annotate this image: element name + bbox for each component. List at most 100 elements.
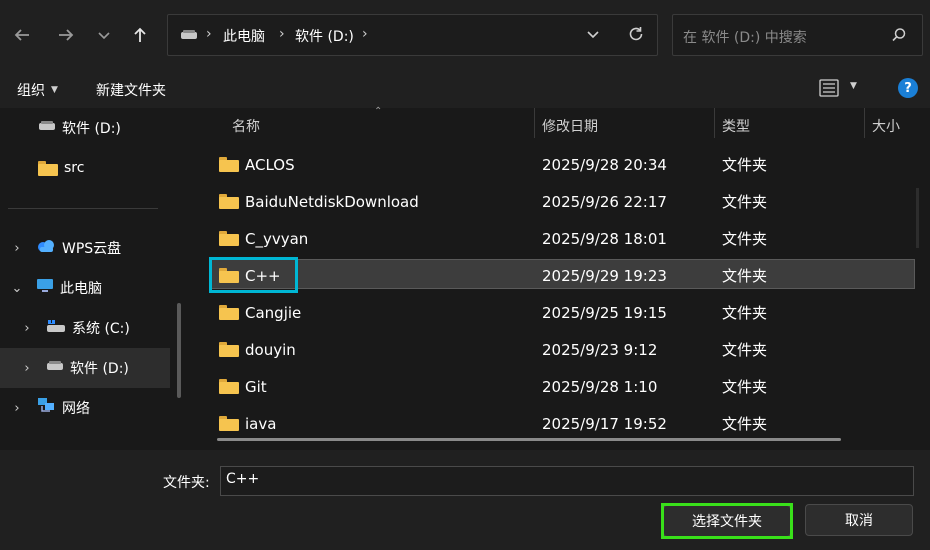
- file-name: iava: [245, 414, 277, 433]
- system-drive-icon: [46, 319, 66, 337]
- file-type: 文件夹: [722, 415, 768, 433]
- folder-icon: [219, 342, 239, 357]
- table-row[interactable]: BaiduNetdiskDownload 2025/9/26 22:17 文件夹: [209, 183, 915, 220]
- back-arrow-icon[interactable]: [8, 21, 36, 49]
- file-list: ⌃ 名称 修改日期 类型 大小 ACLOS 2025/9/28 20:34 文件…: [193, 106, 920, 450]
- nav-item-system-c[interactable]: › 系统 (C:): [20, 308, 130, 348]
- column-divider[interactable]: [864, 108, 865, 138]
- folder-field-label: 文件夹:: [163, 475, 210, 491]
- organize-label: 组织: [17, 83, 45, 99]
- nav-item-label: 软件 (D:): [62, 121, 121, 137]
- up-arrow-icon[interactable]: [126, 21, 154, 49]
- nav-item-drive-d[interactable]: 软件 (D:): [38, 108, 121, 148]
- column-type[interactable]: 类型: [722, 116, 750, 136]
- file-name: C++: [245, 266, 281, 285]
- file-type: 文件夹: [722, 341, 768, 359]
- folder-icon: [219, 305, 239, 320]
- network-icon: [36, 397, 56, 419]
- breadcrumb-drive-d[interactable]: 软件 (D:): [295, 26, 354, 46]
- table-row[interactable]: douyin 2025/9/23 9:12 文件夹: [209, 331, 915, 368]
- column-divider[interactable]: [534, 108, 535, 138]
- command-bar: 组织 ▼ 新建文件夹 ▼ ?: [0, 70, 930, 108]
- table-row[interactable]: Cangjie 2025/9/25 19:15 文件夹: [209, 294, 915, 331]
- column-modified[interactable]: 修改日期: [542, 116, 598, 136]
- chevron-right-icon[interactable]: ›: [20, 321, 34, 336]
- folder-field[interactable]: C++: [220, 466, 914, 496]
- nav-item-label: src: [64, 160, 85, 176]
- breadcrumb-separator-icon: ›: [362, 26, 368, 42]
- nav-item-this-pc[interactable]: ⌄ 此电脑: [10, 268, 102, 308]
- drive-icon: [180, 28, 198, 46]
- file-name: C_yvyan: [245, 229, 309, 248]
- nav-divider: [8, 208, 158, 209]
- horizontal-scrollbar[interactable]: [217, 438, 841, 441]
- folder-icon: [219, 157, 239, 172]
- search-box[interactable]: 在 软件 (D:) 中搜索: [672, 14, 923, 56]
- view-dropdown-icon[interactable]: ▼: [850, 81, 857, 91]
- table-row[interactable]: Git 2025/9/28 1:10 文件夹: [209, 368, 915, 405]
- help-icon[interactable]: ?: [898, 78, 918, 98]
- folder-icon: [219, 379, 239, 394]
- recent-dropdown-icon[interactable]: [90, 21, 118, 49]
- drive-icon: [46, 360, 64, 376]
- chevron-right-icon[interactable]: ›: [10, 241, 24, 256]
- file-name: Cangjie: [245, 303, 302, 322]
- nav-item-wps-cloud[interactable]: › WPS云盘: [10, 228, 121, 268]
- forward-arrow-icon[interactable]: [52, 21, 80, 49]
- column-header-row: ⌃ 名称 修改日期 类型 大小: [193, 106, 920, 140]
- column-name[interactable]: 名称: [232, 116, 260, 136]
- organize-button[interactable]: 组织 ▼: [17, 80, 58, 100]
- new-folder-button[interactable]: 新建文件夹: [96, 80, 166, 100]
- sort-ascending-icon: ⌃: [374, 106, 383, 117]
- file-type: 文件夹: [722, 193, 768, 211]
- file-modified: 2025/9/23 9:12: [542, 340, 658, 359]
- folder-icon: [219, 416, 239, 431]
- breadcrumb-this-pc[interactable]: 此电脑: [223, 26, 265, 46]
- file-type: 文件夹: [722, 304, 768, 322]
- folder-icon: [219, 231, 239, 246]
- column-size[interactable]: 大小: [872, 116, 900, 136]
- navigation-pane: 软件 (D:) src › WPS云盘 ⌄ 此电脑 › 系统 (C:) › 软件…: [0, 108, 190, 450]
- nav-item-drive-d-selected[interactable]: › 软件 (D:): [20, 348, 129, 388]
- folder-icon: [38, 160, 58, 176]
- cloud-icon: [36, 239, 56, 257]
- table-row[interactable]: ACLOS 2025/9/28 20:34 文件夹: [209, 146, 915, 183]
- table-row[interactable]: iava 2025/9/17 19:52 文件夹: [209, 405, 915, 442]
- address-dropdown-icon[interactable]: [586, 27, 600, 45]
- file-modified: 2025/9/17 19:52: [542, 414, 667, 433]
- file-modified: 2025/9/28 18:01: [542, 229, 667, 248]
- file-modified: 2025/9/28 1:10: [542, 377, 658, 396]
- chevron-right-icon[interactable]: ›: [20, 361, 34, 376]
- column-divider[interactable]: [714, 108, 715, 138]
- vertical-scrollbar[interactable]: [916, 188, 919, 248]
- file-name: BaiduNetdiskDownload: [245, 192, 419, 211]
- view-options-icon[interactable]: [819, 79, 839, 101]
- search-input[interactable]: 在 软件 (D:) 中搜索: [683, 27, 807, 47]
- search-icon[interactable]: [891, 27, 907, 47]
- address-bar[interactable]: › 此电脑 › 软件 (D:) ›: [167, 14, 658, 56]
- file-type: 文件夹: [722, 156, 768, 174]
- file-name: douyin: [245, 340, 296, 359]
- refresh-icon[interactable]: [627, 25, 645, 47]
- table-row-selected[interactable]: C++ 2025/9/29 19:23 文件夹: [209, 257, 915, 294]
- file-type: 文件夹: [722, 230, 768, 248]
- chevron-down-icon[interactable]: ⌄: [10, 281, 24, 296]
- folder-field-value: C++: [226, 471, 260, 487]
- file-name: Git: [245, 377, 267, 396]
- nav-item-label: 系统 (C:): [72, 321, 130, 337]
- drive-icon: [38, 120, 56, 136]
- nav-item-network[interactable]: › 网络: [10, 388, 90, 428]
- table-row[interactable]: C_yvyan 2025/9/28 18:01 文件夹: [209, 220, 915, 257]
- nav-scrollbar[interactable]: [177, 303, 181, 398]
- file-modified: 2025/9/29 19:23: [542, 266, 667, 285]
- nav-item-label: WPS云盘: [62, 241, 122, 257]
- nav-item-label: 软件 (D:): [70, 361, 129, 377]
- computer-icon: [36, 278, 54, 298]
- nav-item-src[interactable]: src: [38, 148, 84, 188]
- file-modified: 2025/9/26 22:17: [542, 192, 667, 211]
- file-type: 文件夹: [722, 378, 768, 396]
- cancel-button[interactable]: 取消: [805, 504, 913, 536]
- file-type: 文件夹: [722, 267, 768, 285]
- chevron-right-icon[interactable]: ›: [10, 401, 24, 416]
- nav-item-label: 网络: [62, 401, 90, 417]
